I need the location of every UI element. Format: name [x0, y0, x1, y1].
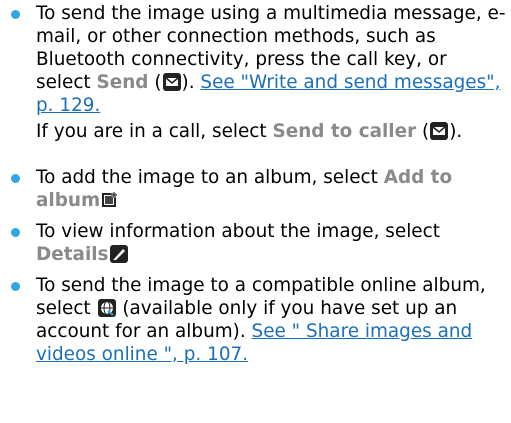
list-item: To add the image to an album, select Add… — [11, 166, 506, 212]
globe-share-icon — [97, 299, 116, 317]
details-action: Details — [36, 244, 109, 265]
list-item: To view information about the image, sel… — [11, 220, 506, 266]
envelope-icon — [430, 122, 449, 140]
call-note: If you are in a call, select Send to cal… — [36, 121, 463, 142]
send-to-caller-action: Send to caller — [272, 121, 417, 142]
bullet-icon — [11, 228, 20, 237]
bullet-icon — [11, 174, 20, 183]
list-item: To send the image using a multimedia mes… — [11, 2, 506, 117]
send-action: Send — [96, 72, 149, 93]
bullet-icon — [11, 10, 20, 19]
list-item: To send the image to a compatible online… — [11, 274, 506, 366]
album-add-icon — [101, 191, 120, 209]
details-pencil-icon — [109, 245, 128, 263]
envelope-icon — [162, 73, 181, 91]
bullet-icon — [11, 282, 20, 291]
